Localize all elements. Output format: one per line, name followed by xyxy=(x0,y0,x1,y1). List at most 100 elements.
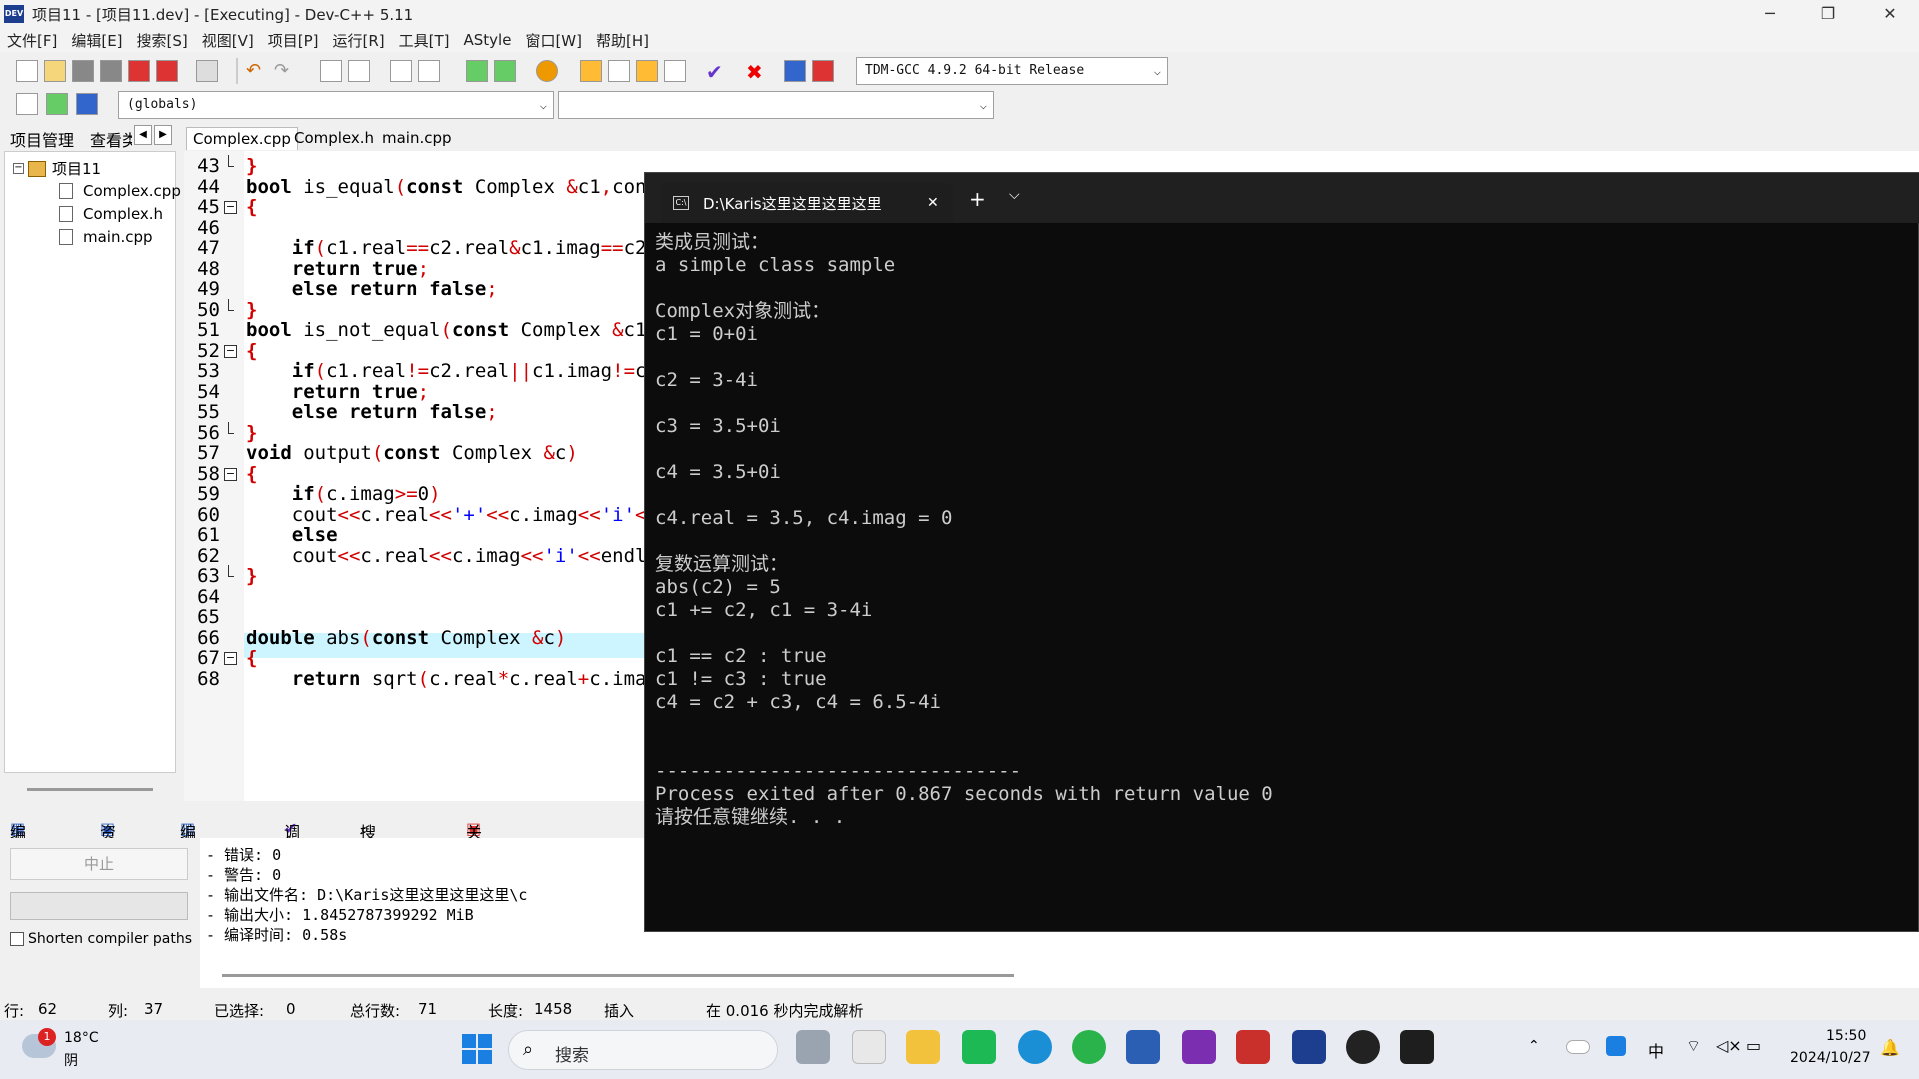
close-icon[interactable]: ✕ xyxy=(1862,0,1918,28)
menu-view[interactable]: 视图[V] xyxy=(195,30,261,51)
tree-file[interactable]: Complex.cpp xyxy=(59,182,181,200)
log-line: - 编译时间: 0.58s xyxy=(206,926,348,944)
clock-date[interactable]: 2024/10/27 xyxy=(1790,1050,1871,1066)
chart-icon[interactable] xyxy=(784,60,806,82)
close-all-icon[interactable] xyxy=(156,60,178,82)
console-window[interactable]: C:\ D:\Karis这里这里这里这里 ✕ + ⌵ 类成员测试： a simpl… xyxy=(644,172,1919,932)
collapse-icon[interactable]: − xyxy=(13,163,24,174)
ime-indicator[interactable]: 中 xyxy=(1648,1038,1664,1062)
chevron-up-icon[interactable]: ⌃ xyxy=(1528,1038,1540,1054)
menu-search[interactable]: 搜索[S] xyxy=(130,30,195,51)
devcpp-icon[interactable] xyxy=(1292,1030,1326,1064)
undo-icon[interactable]: ↶ xyxy=(246,60,268,82)
profile-icon[interactable] xyxy=(812,60,834,82)
save-icon[interactable] xyxy=(72,60,94,82)
close-tab-icon[interactable]: ✕ xyxy=(927,195,939,211)
shorten-paths-option[interactable]: Shorten compiler paths xyxy=(10,931,192,947)
menu-window[interactable]: 窗口[W] xyxy=(518,30,589,51)
rebuild-icon[interactable] xyxy=(664,60,686,82)
syntax-check-icon[interactable]: ✔ xyxy=(706,60,728,84)
open-file-icon[interactable] xyxy=(44,60,66,82)
redo-icon[interactable]: ↷ xyxy=(274,60,296,82)
tab-complex-h[interactable]: Complex.h xyxy=(288,127,380,149)
chevron-right-icon[interactable]: ▶ xyxy=(154,125,172,145)
status-total: 71 xyxy=(418,1000,438,1018)
microsoft-store-icon[interactable] xyxy=(852,1030,886,1064)
print-icon[interactable] xyxy=(196,60,218,82)
menu-astyle[interactable]: AStyle xyxy=(457,31,519,49)
line-number: 48 xyxy=(197,257,220,280)
member-select[interactable]: ⌵ xyxy=(558,91,994,119)
fold-toggle-icon[interactable]: − xyxy=(224,467,237,481)
battery-icon[interactable]: ▭ xyxy=(1746,1036,1761,1055)
goto-definition-icon[interactable] xyxy=(46,93,68,115)
close-file-icon[interactable] xyxy=(128,60,150,82)
onedrive-cloud-icon[interactable] xyxy=(1566,1040,1590,1054)
chevron-down-icon: ⌵ xyxy=(539,98,547,112)
android-studio-icon[interactable] xyxy=(1072,1030,1106,1064)
scope-select[interactable]: (globals) ⌵ xyxy=(118,91,554,119)
minimize-icon[interactable]: ─ xyxy=(1742,0,1798,28)
tree-file[interactable]: Complex.h xyxy=(59,205,163,223)
console-tab[interactable]: C:\ D:\Karis这里这里这里这里 ✕ xyxy=(661,183,953,223)
line-number-gutter: 43 44 45−46 47 48 49 50 51 52−53 54 55 56 57 58−59 60 6… xyxy=(184,151,244,801)
stop-execution-icon[interactable]: ✖ xyxy=(746,60,768,84)
run-icon[interactable] xyxy=(608,60,630,82)
compile-run-icon[interactable] xyxy=(636,60,658,82)
taskbar-search-box[interactable]: ⌕ 搜索 xyxy=(508,1030,778,1070)
abort-button[interactable]: 中止 xyxy=(10,848,188,880)
compile-icon[interactable] xyxy=(580,60,602,82)
tree-file[interactable]: main.cpp xyxy=(59,228,153,246)
compiler-select[interactable]: TDM-GCC 4.9.2 64-bit Release ⌵ xyxy=(856,57,1168,85)
menu-edit[interactable]: 编辑[E] xyxy=(64,30,129,51)
wechat-icon[interactable] xyxy=(962,1030,996,1064)
volume-muted-icon[interactable]: ◁× xyxy=(1716,1036,1742,1055)
shorten-paths-label: Shorten compiler paths xyxy=(28,931,193,947)
menu-tools[interactable]: 工具[T] xyxy=(392,30,457,51)
menu-run[interactable]: 运行[R] xyxy=(325,30,391,51)
chevron-left-icon[interactable]: ◀ xyxy=(134,125,152,145)
remove-from-project-icon[interactable] xyxy=(494,60,516,82)
horizontal-scrollbar[interactable] xyxy=(27,788,153,791)
windows-start-icon[interactable] xyxy=(462,1034,492,1064)
file-explorer-icon[interactable] xyxy=(906,1030,940,1064)
menu-project[interactable]: 项目[P] xyxy=(261,30,326,51)
onenote-icon[interactable] xyxy=(1182,1030,1216,1064)
tab-project-manager[interactable]: 项目管理 xyxy=(10,127,74,151)
horizontal-scrollbar[interactable] xyxy=(222,974,1014,977)
menu-help[interactable]: 帮助[H] xyxy=(589,30,656,51)
project-options-icon[interactable] xyxy=(536,60,558,82)
chevron-down-icon[interactable]: ⌵ xyxy=(1009,187,1020,203)
tab-class-browser[interactable]: 查看类 xyxy=(90,127,132,151)
find-icon[interactable] xyxy=(320,60,342,82)
terminal-icon[interactable] xyxy=(1400,1030,1434,1064)
edge-icon[interactable] xyxy=(1018,1030,1052,1064)
save-all-icon[interactable] xyxy=(100,60,122,82)
replace-icon[interactable] xyxy=(348,60,370,82)
checkbox[interactable] xyxy=(10,932,24,946)
task-view-icon[interactable] xyxy=(796,1030,830,1064)
qq-icon[interactable] xyxy=(1346,1030,1380,1064)
goto-declaration-icon[interactable] xyxy=(16,93,38,115)
security-icon[interactable] xyxy=(1606,1036,1626,1056)
fold-toggle-icon[interactable]: − xyxy=(224,652,237,665)
add-to-project-icon[interactable] xyxy=(466,60,488,82)
devcpp-red-icon[interactable] xyxy=(1236,1030,1270,1064)
word-icon[interactable] xyxy=(1126,1030,1160,1064)
tab-main-cpp[interactable]: main.cpp xyxy=(376,127,458,149)
menu-file[interactable]: 文件[F] xyxy=(0,30,64,51)
new-tab-icon[interactable]: + xyxy=(969,187,986,211)
notification-bell-icon[interactable]: 🔔 xyxy=(1880,1038,1900,1057)
indent-icon[interactable] xyxy=(390,60,412,82)
restore-icon[interactable]: ❐ xyxy=(1800,0,1856,28)
unindent-icon[interactable] xyxy=(418,60,440,82)
fold-toggle-icon[interactable]: − xyxy=(224,201,237,214)
wifi-icon[interactable]: ⌔ xyxy=(1686,1036,1701,1056)
fold-toggle-icon[interactable]: − xyxy=(224,344,237,358)
clock-time[interactable]: 15:50 xyxy=(1826,1028,1866,1044)
line-number: 62 xyxy=(197,544,220,567)
new-file-icon[interactable] xyxy=(16,60,38,82)
tree-root[interactable]: − 项目11 xyxy=(13,158,101,179)
tab-complex-cpp[interactable]: Complex.cpp xyxy=(186,127,298,150)
bookmark-icon[interactable] xyxy=(76,93,98,115)
